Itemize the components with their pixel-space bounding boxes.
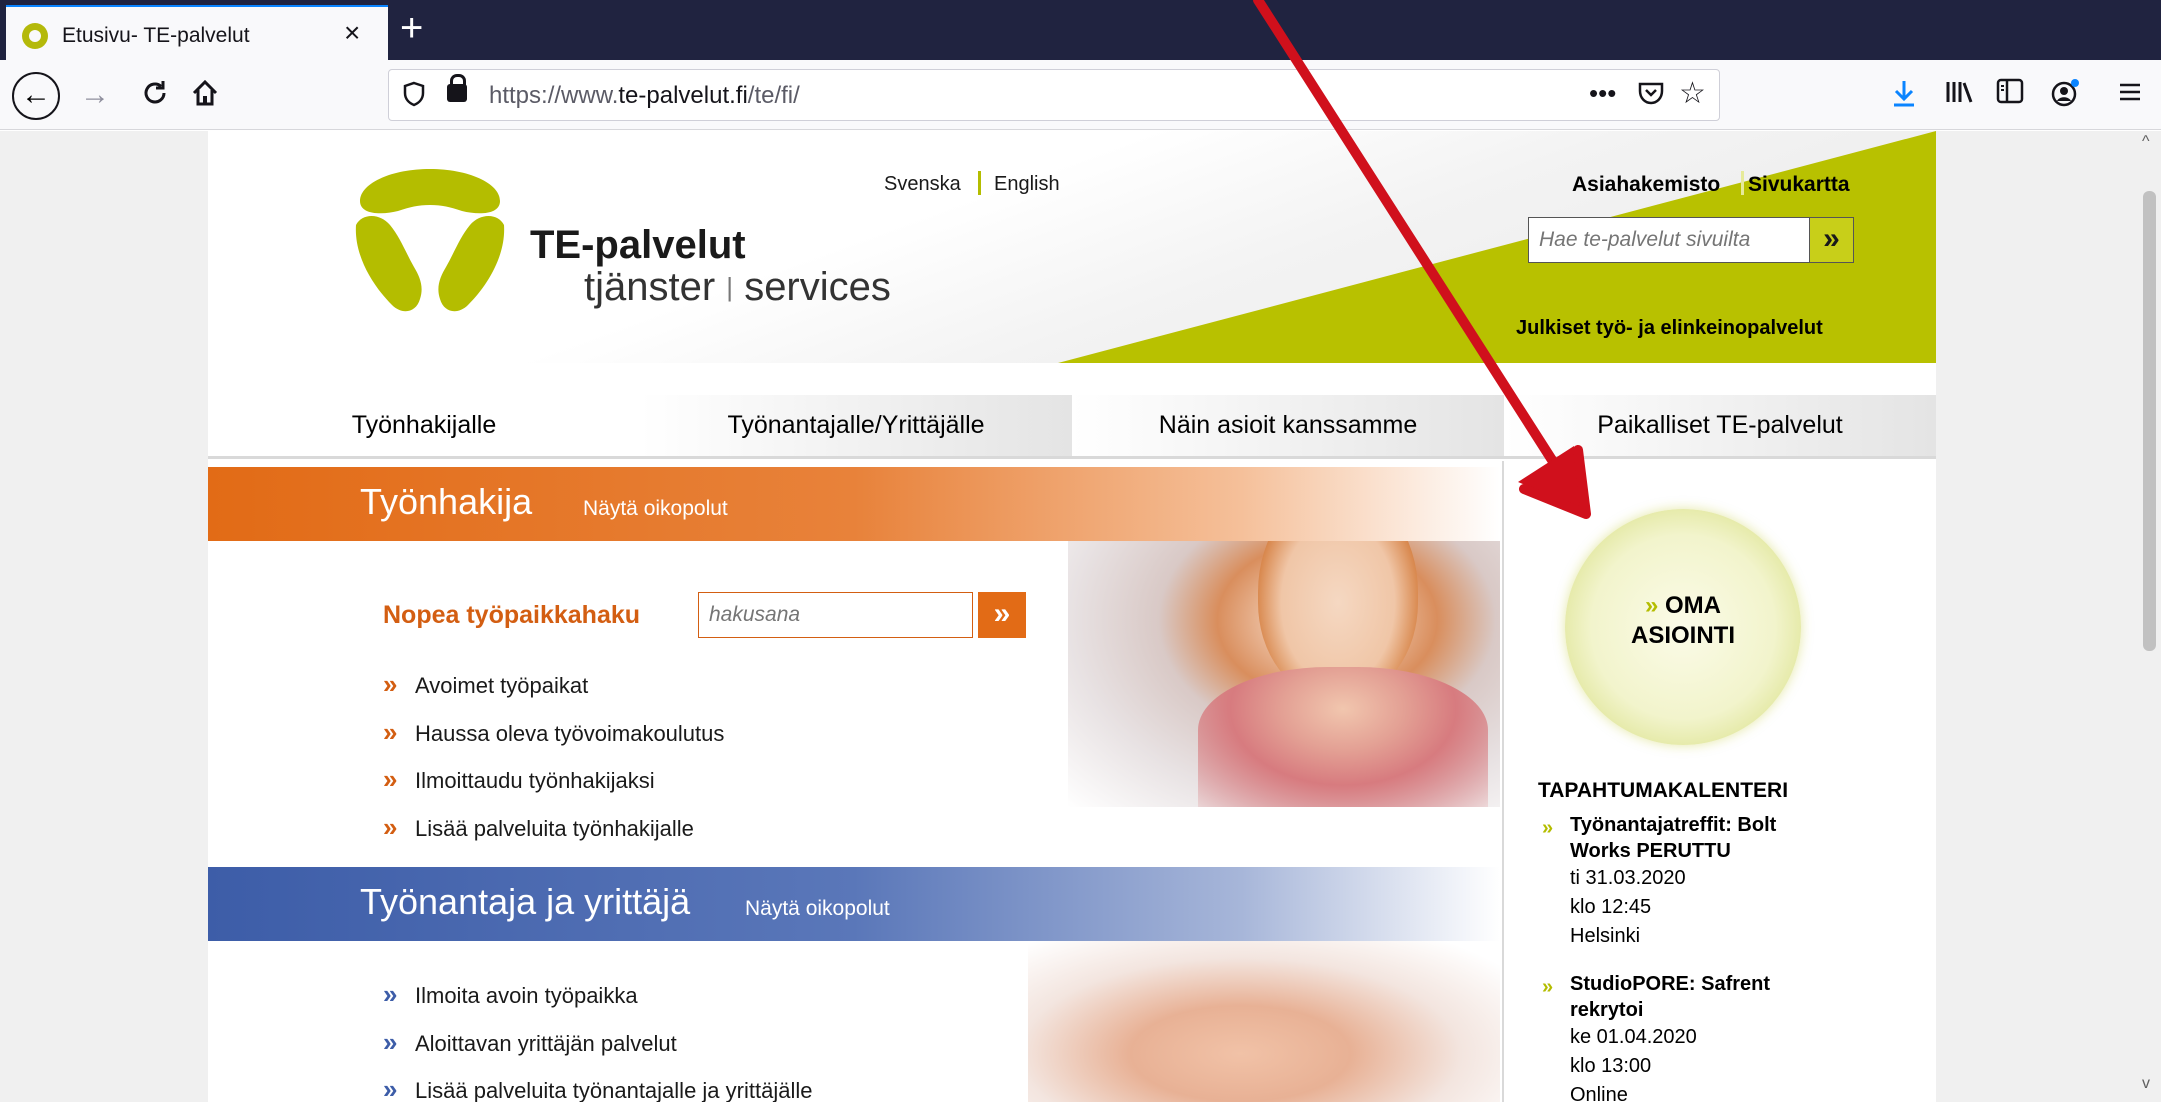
chevron-right-icon: » [383, 669, 398, 699]
lang-divider [978, 171, 981, 195]
event-place: Helsinki [1570, 925, 1641, 947]
logo-subtitle: tjänster | services [584, 265, 891, 309]
employer-shortcuts-link[interactable]: Näytä oikopolut [745, 897, 890, 921]
account-icon[interactable] [2050, 78, 2080, 116]
browser-navbar: ← → https://www.te-palvelut.fi/te/fi/ ••… [0, 60, 2161, 130]
event-date: ke 01.04.2020 [1570, 1026, 1697, 1048]
nav-jobseeker[interactable]: Työnhakijalle [208, 395, 640, 456]
nav-how-to-deal[interactable]: Näin asioit kanssamme [1072, 395, 1504, 456]
event-calendar-title: TAPAHTUMAKALENTERI [1538, 779, 1789, 802]
event-place: Online [1570, 1084, 1628, 1102]
address-bar[interactable]: https://www.te-palvelut.fi/te/fi/ ••• ☆ [388, 69, 1720, 121]
event-time: klo 12:45 [1570, 896, 1652, 918]
lock-icon[interactable] [447, 74, 467, 102]
jobseeker-title[interactable]: Työnhakija [360, 481, 532, 523]
vertical-scrollbar[interactable]: ^ v [2138, 131, 2161, 1102]
event-title[interactable]: Työnantajatreffit: Bolt Works PERUTTU [1570, 812, 1776, 864]
chevron-right-icon: » [1542, 817, 1554, 839]
directory-link[interactable]: Asiahakemisto [1572, 173, 1720, 197]
list-item[interactable]: » Avoimet työpaikat [383, 667, 724, 715]
list-item[interactable]: » Lisää palveluita työnantajalle ja yritt… [383, 1072, 812, 1102]
list-item[interactable]: » Haussa oleva työvoimakoulutus [383, 715, 724, 763]
event-title[interactable]: StudioPORE: Safrent rekrytoi [1570, 971, 1770, 1023]
employer-title[interactable]: Työnantaja ja yrittäjä [360, 881, 690, 923]
new-tab-button[interactable]: + [400, 8, 423, 48]
quick-job-search-label: Nopea työpaikkahaku [383, 601, 641, 629]
jobseeker-shortcuts-link[interactable]: Näytä oikopolut [583, 497, 728, 521]
list-item[interactable]: » Lisää palveluita työnhakijalle [383, 810, 724, 858]
forward-icon[interactable]: → [80, 78, 110, 112]
nav-local-services[interactable]: Paikalliset TE-palvelut [1504, 395, 1936, 456]
tab-close-icon[interactable]: × [344, 19, 360, 47]
te-logo-icon[interactable] [350, 163, 510, 323]
list-item[interactable]: » Aloittavan yrittäjän palvelut [383, 1025, 812, 1073]
chevron-right-icon: » [1542, 976, 1554, 998]
page-actions-icon[interactable]: ••• [1589, 78, 1616, 109]
sidebar-icon[interactable] [1996, 78, 2024, 112]
reload-icon[interactable] [140, 78, 170, 116]
quick-job-search-input[interactable] [699, 593, 972, 637]
back-icon: ← [21, 78, 51, 111]
library-icon[interactable] [1944, 78, 1974, 114]
te-palvelut-site: TE-palvelut tjänster | services Svenska … [208, 131, 1936, 1102]
employer-links: » Ilmoita avoin työpaikka » Aloittavan yri… [383, 977, 812, 1102]
shield-icon[interactable] [403, 81, 425, 114]
list-item[interactable]: » Ilmoittaudu työnhakijaksi [383, 762, 724, 810]
site-header: TE-palvelut tjänster | services Svenska … [208, 131, 1936, 363]
quick-job-search-box [698, 592, 973, 638]
employer-banner: Työnantaja ja yrittäjä Näytä oikopolut [208, 867, 1500, 941]
chevron-right-icon: » [383, 764, 398, 794]
oma-asiointi-label: » OMA ASIOINTI [1630, 592, 1735, 649]
browser-tabbar: Etusivu- TE-palvelut × + [0, 0, 2161, 60]
home-icon[interactable] [190, 78, 220, 116]
jobseeker-banner: Työnhakija Näytä oikopolut [208, 467, 1500, 541]
bookmark-star-icon[interactable]: ☆ [1679, 76, 1706, 111]
main-navigation: Työnhakijalle Työnantajalle/Yrittäjälle … [208, 395, 1936, 459]
pocket-icon[interactable] [1637, 80, 1665, 113]
scrollbar-thumb[interactable] [2143, 191, 2156, 651]
back-button[interactable]: ← [12, 72, 60, 120]
site-search-button[interactable]: » [1810, 217, 1854, 263]
event-item[interactable]: » StudioPORE: Safrent rekrytoi ke 01.04.2… [1542, 971, 1770, 1102]
chevron-right-icon: » [383, 716, 398, 747]
lang-english-link[interactable]: English [994, 173, 1060, 196]
top-links-divider [1741, 171, 1744, 195]
employer-handshake-photo [1028, 941, 1500, 1102]
jobseeker-links: » Avoimet työpaikat » Haussa oleva työvoim… [383, 667, 724, 857]
event-item[interactable]: » Työnantajatreffit: Bolt Works PERUTTU t… [1542, 812, 1776, 951]
te-favicon-icon [22, 23, 48, 49]
list-item[interactable]: » Ilmoita avoin työpaikka [383, 977, 812, 1025]
chevron-right-icon: » [383, 1074, 398, 1102]
site-tagline: Julkiset työ- ja elinkeinopalvelut [1516, 317, 1823, 339]
site-search-input[interactable] [1529, 218, 1809, 262]
site-search-box [1528, 217, 1810, 263]
url-text[interactable]: https://www.te-palvelut.fi/te/fi/ [489, 82, 800, 110]
menu-icon[interactable] [2118, 78, 2142, 112]
lang-swedish-link[interactable]: Svenska [884, 173, 961, 196]
scroll-up-icon[interactable]: ^ [2142, 133, 2150, 151]
tab-title: Etusivu- TE-palvelut [62, 24, 250, 47]
browser-tab-active[interactable]: Etusivu- TE-palvelut × [6, 5, 388, 60]
download-icon[interactable] [1890, 78, 1918, 116]
event-date: ti 31.03.2020 [1570, 867, 1686, 889]
scroll-down-icon[interactable]: v [2142, 1075, 2150, 1093]
logo-name[interactable]: TE-palvelut [530, 223, 746, 268]
chevron-right-icon: » [383, 811, 398, 842]
quick-job-search-button[interactable]: » [978, 592, 1026, 638]
chevron-right-icon: » [1644, 592, 1659, 619]
sitemap-link[interactable]: Sivukartta [1748, 173, 1850, 197]
chevron-right-icon: » [383, 979, 398, 1009]
oma-asiointi-button[interactable]: » OMA ASIOINTI [1565, 509, 1801, 745]
nav-employer[interactable]: Työnantajalle/Yrittäjälle [640, 395, 1072, 456]
chevron-right-icon: » [383, 1026, 398, 1057]
event-time: klo 13:00 [1570, 1055, 1652, 1077]
